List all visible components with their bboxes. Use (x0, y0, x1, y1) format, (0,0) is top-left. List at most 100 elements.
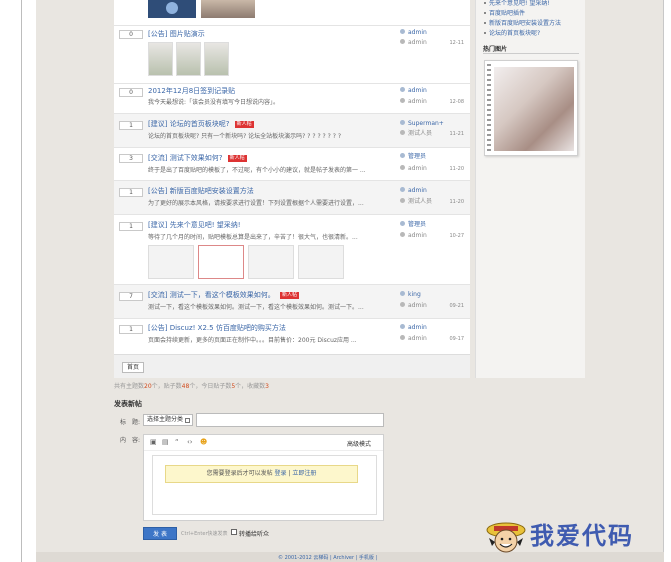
thread-image-thumbs (148, 245, 348, 281)
thread-image-thumbs (148, 42, 232, 78)
thumbnail-image[interactable] (248, 245, 294, 279)
advanced-mode-link[interactable]: 高级模式 (347, 439, 371, 448)
sidebar-link[interactable]: 先来个意见吧! 望采纳! (484, 0, 550, 8)
thumbnail-image[interactable] (298, 245, 344, 279)
watermark-logo: 我爱代码 (484, 516, 662, 558)
last-poster[interactable]: admin (400, 39, 427, 47)
hot-image[interactable] (494, 67, 574, 151)
notebook-spiral (487, 64, 491, 152)
thread-title[interactable]: [公告] 图片贴演示 (148, 30, 205, 39)
footer-links[interactable]: © 2001-2012 云梯码 | Archiver | 手机版 | (278, 554, 377, 561)
dropdown-icon (185, 418, 190, 423)
thread-title-text[interactable]: 新版百度贴吧安装设置方法 (170, 187, 254, 195)
last-poster[interactable]: admin (400, 335, 427, 343)
thread-tag[interactable]: [交流] (148, 291, 167, 299)
thumbnail-image[interactable] (204, 42, 229, 76)
register-link[interactable]: 立即注册 (292, 470, 316, 477)
thread-title-text[interactable]: Discuz! X2.5 仿百度贴吧的购买方法 (170, 324, 286, 332)
submit-button[interactable]: 发 表 (143, 527, 177, 540)
photo-thumbnail[interactable] (201, 0, 255, 18)
reply-icon (400, 130, 405, 135)
thread-author[interactable]: king (400, 291, 421, 299)
thread-title[interactable]: [交流] 测试下效果如何? 新人帖 (148, 154, 247, 163)
thread-title[interactable]: [交流] 测试一下，看这个模板效果如何。 新人帖 (148, 291, 299, 300)
attachment-icon[interactable]: ▤ (162, 439, 170, 446)
table-row: 1 [公告] Discuz! X2.5 仿百度贴吧的购买方法 页面会持续更新，更… (114, 318, 470, 354)
thread-title-text[interactable]: 测试一下，看这个模板效果如何。 (170, 291, 275, 299)
code-icon[interactable]: ‹› (187, 439, 195, 446)
image-icon[interactable]: ▣ (150, 439, 158, 446)
sidebar-link[interactable]: 新版百度贴吧安装设置方法 (484, 20, 561, 28)
pirate-mascot-icon (486, 522, 526, 553)
quote-icon[interactable]: “ (175, 439, 183, 446)
login-notice: 您需要登录后才可以发帖 登录 | 立即注册 (165, 465, 358, 483)
reply-count: 1 (119, 222, 143, 231)
thread-title[interactable]: [建议] 先来个意见吧! 望采纳! (148, 221, 241, 230)
thumbnail-image[interactable] (198, 245, 244, 279)
last-poster[interactable]: admin (400, 232, 427, 240)
subject-label: 标 题: (120, 419, 141, 426)
thread-title[interactable]: [公告] 新版百度贴吧安装设置方法 (148, 187, 254, 196)
first-page-button[interactable]: 首页 (122, 362, 144, 373)
thread-title-text[interactable]: 图片贴演示 (170, 30, 205, 38)
thread-summary: 等待了几个月的时间，贴吧模板总算是出来了，辛苦了！很大气，也很清新。... (148, 234, 358, 241)
smiley-icon[interactable]: ☻ (200, 439, 208, 446)
thread-tag[interactable]: [建议] (148, 221, 167, 229)
thread-title-text[interactable]: 先来个意见吧! 望采纳! (170, 221, 241, 229)
thread-tag[interactable]: [公告] (148, 324, 167, 332)
thread-title[interactable]: [公告] Discuz! X2.5 仿百度贴吧的购买方法 (148, 324, 286, 333)
last-poster[interactable]: admin (400, 98, 427, 106)
thread-author[interactable]: admin (400, 29, 427, 37)
last-post-date: 12-08 (449, 99, 464, 105)
thread-author[interactable]: Superman+ (400, 120, 444, 128)
reply-count: 1 (119, 188, 143, 197)
thread-tag[interactable]: [交流] (148, 154, 167, 162)
last-poster[interactable]: admin (400, 302, 427, 310)
thread-author[interactable]: admin (400, 324, 427, 332)
user-icon (400, 221, 405, 226)
thread-summary: 我今天最想说:「该会员没有填写今日想说内容」。 (148, 99, 280, 106)
user-icon (400, 291, 405, 296)
table-row: 0 [公告] 图片贴演示 admin admin 12-11 (114, 25, 470, 83)
last-post-date: 11-20 (449, 166, 464, 172)
hot-image-card[interactable] (484, 60, 578, 156)
thread-author[interactable]: 管理员 (400, 221, 426, 229)
user-icon (400, 120, 405, 125)
login-link[interactable]: 登录 (275, 470, 287, 477)
last-poster[interactable]: 测试人员 (400, 130, 432, 138)
reply-count: 1 (119, 325, 143, 334)
sidebar-link[interactable]: 百度贴吧插件 (484, 10, 525, 18)
category-select[interactable]: 选择主题分类 (143, 414, 193, 426)
thread-summary: 论坛的首页板块呢? 只有一个新块吗? 论坛全站板块演示吗? ? ? ? ? ? … (148, 133, 342, 140)
sidebar-link[interactable]: 论坛的首页板块呢? (484, 30, 540, 38)
thread-author[interactable]: admin (400, 187, 427, 195)
thumbnail-image[interactable] (148, 245, 194, 279)
thread-tag[interactable]: [建议] (148, 120, 167, 128)
reply-icon (400, 39, 405, 44)
thread-title[interactable]: 2012年12月8日签到记录贴 (148, 87, 235, 96)
subject-input[interactable] (196, 413, 384, 427)
content-textarea[interactable]: 您需要登录后才可以发帖 登录 | 立即注册 (152, 455, 377, 515)
reply-icon (400, 302, 405, 307)
thumbnail-image[interactable] (148, 42, 173, 76)
broadcast-checkbox[interactable] (231, 529, 237, 535)
thread-summary: 测试一下，看这个模板效果如何。测试一下，看这个模板效果如何。测试一下。... (148, 304, 364, 311)
reply-count: 1 (119, 121, 143, 130)
editor-toolbar: ▣ ▤ “ ‹› ☻ 高级模式 (144, 435, 383, 451)
thumbnail-image[interactable] (176, 42, 201, 76)
thread-title-text[interactable]: 2012年12月8日签到记录贴 (148, 87, 235, 95)
bullet-icon (484, 12, 486, 14)
thread-author[interactable]: admin (400, 87, 427, 95)
thread-title[interactable]: [建议] 论坛的首页板块呢? 新人帖 (148, 120, 254, 129)
thread-tag[interactable]: [公告] (148, 187, 167, 195)
last-post-date: 12-11 (449, 40, 464, 46)
thread-title-text[interactable]: 测试下效果如何? (170, 154, 223, 162)
reply-count: 3 (119, 154, 143, 163)
last-poster[interactable]: 测试人员 (400, 198, 432, 206)
thread-author[interactable]: 管理员 (400, 153, 426, 161)
bullet-icon (484, 22, 486, 24)
video-thumbnail[interactable] (148, 0, 196, 18)
last-poster[interactable]: admin (400, 165, 427, 173)
thread-tag[interactable]: [公告] (148, 30, 167, 38)
thread-title-text[interactable]: 论坛的首页板块呢? (170, 120, 230, 128)
